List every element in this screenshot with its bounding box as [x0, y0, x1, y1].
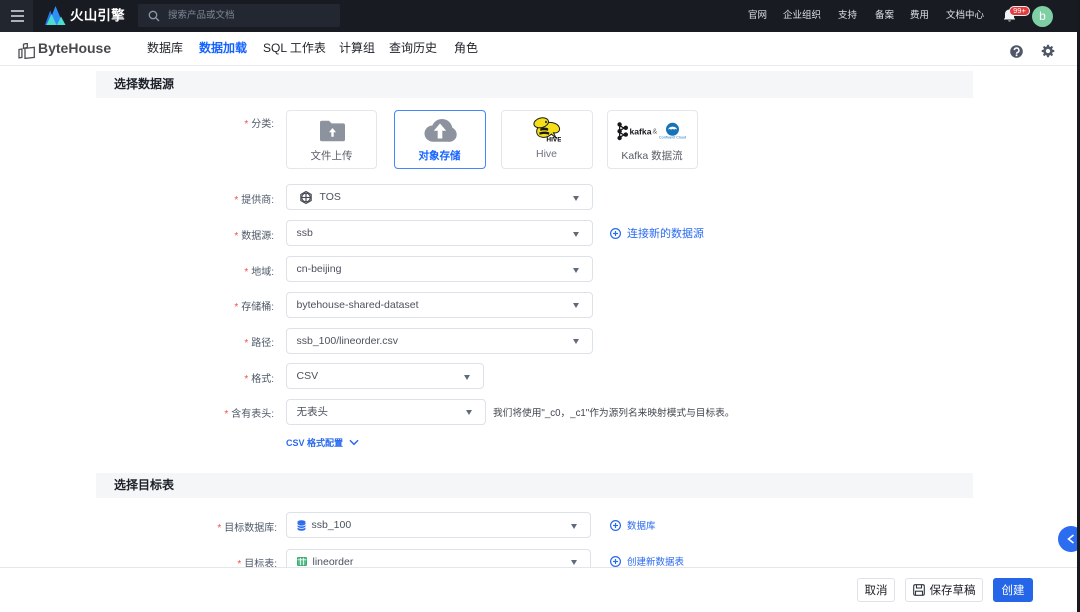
svg-text:HIVE: HIVE [546, 137, 561, 144]
svg-text:Confluent Cloud: Confluent Cloud [658, 136, 685, 140]
svg-text:&: & [652, 128, 657, 135]
svg-text:kafka: kafka [629, 126, 651, 136]
